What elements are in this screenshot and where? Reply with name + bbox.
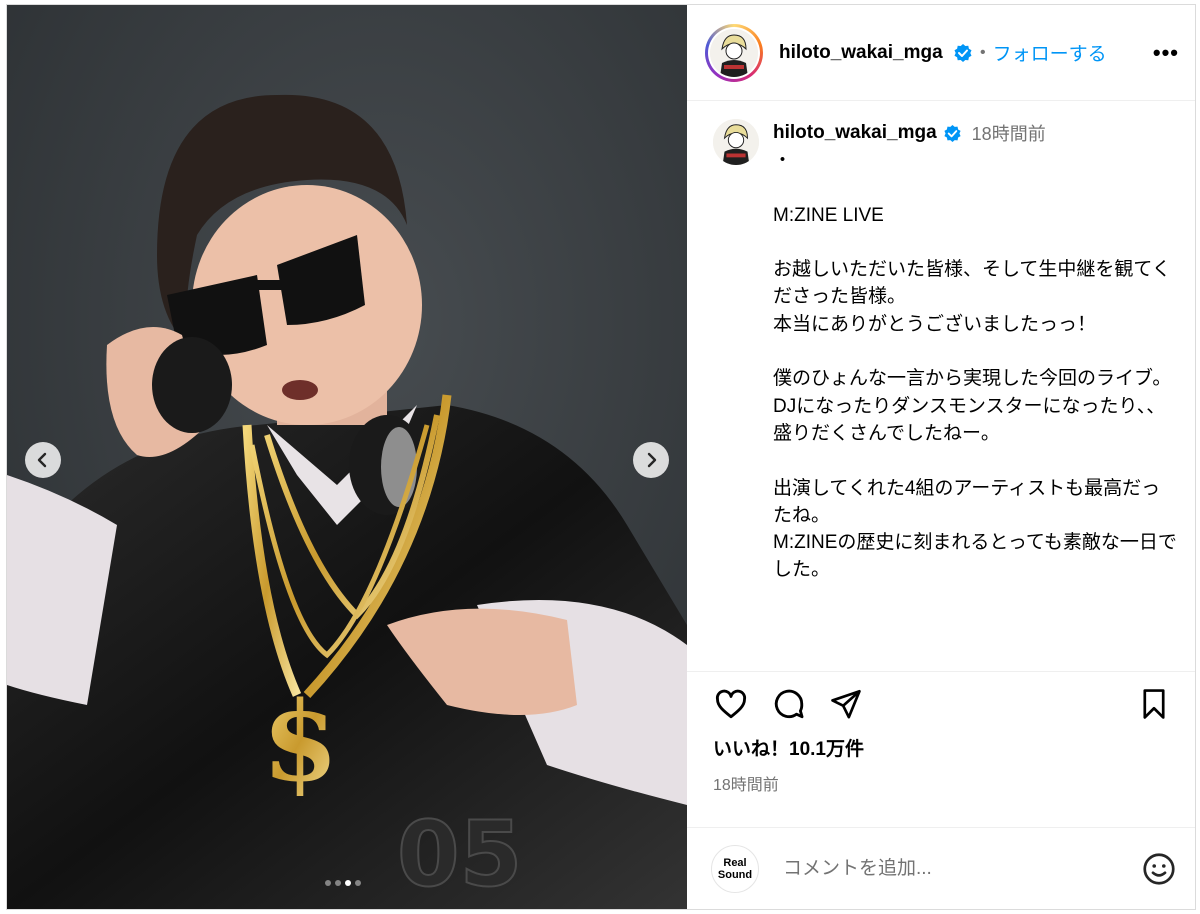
caption-timestamp: 18時間前: [971, 124, 1046, 144]
carousel-indicator: [325, 880, 361, 886]
chevron-left-icon: [37, 452, 47, 468]
header-username[interactable]: hiloto_wakai_mga: [779, 40, 947, 66]
logo-line: Sound: [717, 868, 753, 881]
story-ring[interactable]: [705, 23, 763, 82]
separator-dot: •: [980, 43, 986, 61]
carousel-dot: [355, 880, 361, 886]
caption-username[interactable]: hiloto_wakai_mga: [773, 122, 937, 144]
chevron-right-icon: [647, 452, 657, 468]
post-photo: $ 05: [7, 5, 687, 909]
caption-area[interactable]: hiloto_wakai_mga 18時間前 ・ M:ZINE LIVE お越し…: [687, 101, 1195, 671]
post-timestamp[interactable]: 18時間前: [713, 771, 1179, 795]
comment-icon: [774, 689, 804, 719]
current-user-avatar: Real Sound: [711, 844, 759, 893]
next-slide-button[interactable]: [633, 442, 669, 478]
emoji-button[interactable]: [1141, 851, 1177, 887]
post-side-panel: hiloto_wakai_mga • フォローする ••• hiloto_wak…: [687, 5, 1195, 909]
save-button[interactable]: [1137, 687, 1171, 721]
carousel-dot-active: [345, 880, 351, 886]
avatar-illustration: [713, 119, 759, 165]
verified-icon: [954, 43, 972, 62]
caption-avatar[interactable]: [713, 119, 759, 165]
post-media[interactable]: $ 05: [7, 5, 687, 909]
carousel-dot: [335, 880, 341, 886]
logo-line: Real: [723, 856, 747, 869]
comment-input[interactable]: [781, 856, 1141, 881]
instagram-post: $ 05 hiloto_wakai_mga • フォローする ••• hilot…: [6, 4, 1196, 910]
caption-text: ・ M:ZINE LIVE お越しいただいた皆様、そして生中継を観てくださった皆…: [773, 150, 1177, 581]
avatar-illustration: [710, 28, 758, 77]
post-actions: いいね！10.1万件 18時間前: [687, 671, 1195, 827]
emoji-icon: [1143, 852, 1175, 885]
like-button[interactable]: [713, 686, 749, 722]
avatar: [710, 28, 758, 77]
svg-text:05: 05: [397, 802, 522, 907]
follow-button[interactable]: フォローする: [993, 39, 1107, 66]
like-count[interactable]: いいね！10.1万件: [713, 734, 1179, 761]
more-options-button[interactable]: •••: [1153, 40, 1179, 66]
carousel-dot: [325, 880, 331, 886]
share-icon: [831, 689, 861, 719]
heart-icon: [715, 689, 747, 719]
add-comment-bar: Real Sound: [687, 827, 1195, 909]
previous-slide-button[interactable]: [25, 442, 61, 478]
bookmark-icon: [1143, 689, 1165, 719]
svg-text:$: $: [262, 677, 339, 806]
share-button[interactable]: [829, 687, 863, 721]
post-header: hiloto_wakai_mga • フォローする •••: [687, 5, 1195, 101]
verified-icon: [944, 124, 961, 142]
comment-button[interactable]: [771, 686, 807, 722]
